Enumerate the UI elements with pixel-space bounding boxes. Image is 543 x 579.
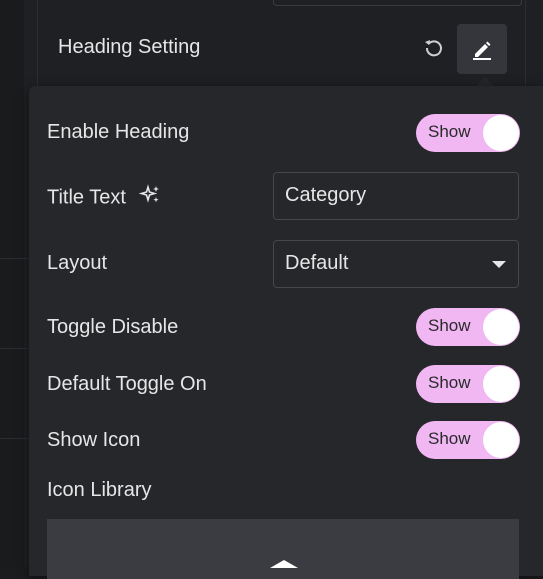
icon-library-label: Icon Library	[47, 479, 152, 501]
toggle-text: Show	[428, 122, 471, 141]
layout-select[interactable]: Default	[273, 240, 519, 288]
toggle-disable-toggle[interactable]: Show	[416, 308, 520, 346]
section-title: Heading Setting	[58, 36, 201, 58]
edit-pencil-icon	[473, 41, 491, 60]
toggle-text: Show	[428, 429, 471, 448]
title-text-label-text: Title Text	[47, 186, 126, 209]
toggle-knob	[483, 309, 519, 345]
divider	[0, 258, 30, 259]
previous-field[interactable]	[273, 0, 522, 6]
toggle-disable-label: Toggle Disable	[47, 316, 179, 338]
toggle-knob	[483, 115, 519, 151]
show-icon-label: Show Icon	[47, 429, 141, 451]
default-toggle-on-toggle[interactable]: Show	[416, 365, 520, 403]
divider	[0, 438, 30, 439]
icon-library-picker[interactable]	[47, 519, 519, 579]
title-text-label: Title Text	[47, 184, 161, 212]
layout-label: Layout	[47, 252, 108, 274]
sparkle-icon[interactable]	[139, 184, 161, 212]
show-icon-toggle[interactable]: Show	[416, 421, 520, 459]
chevron-down-icon	[492, 261, 506, 268]
enable-heading-toggle[interactable]: Show	[416, 114, 520, 152]
reset-icon[interactable]	[422, 36, 446, 60]
heading-setting-row: Heading Setting	[58, 24, 510, 74]
left-edge	[0, 0, 24, 567]
title-text-value: Category	[285, 184, 367, 206]
popover-caret	[476, 77, 494, 86]
title-text-input[interactable]: Category	[273, 172, 519, 220]
toggle-knob	[483, 366, 519, 402]
divider	[0, 348, 30, 349]
enable-heading-label: Enable Heading	[47, 121, 190, 143]
toggle-text: Show	[428, 316, 471, 335]
divider	[525, 0, 526, 90]
layout-value: Default	[285, 252, 349, 274]
toggle-knob	[483, 422, 519, 458]
toggle-text: Show	[428, 373, 471, 392]
edit-button[interactable]	[457, 24, 507, 74]
divider	[37, 0, 38, 90]
default-toggle-on-label: Default Toggle On	[47, 373, 207, 395]
